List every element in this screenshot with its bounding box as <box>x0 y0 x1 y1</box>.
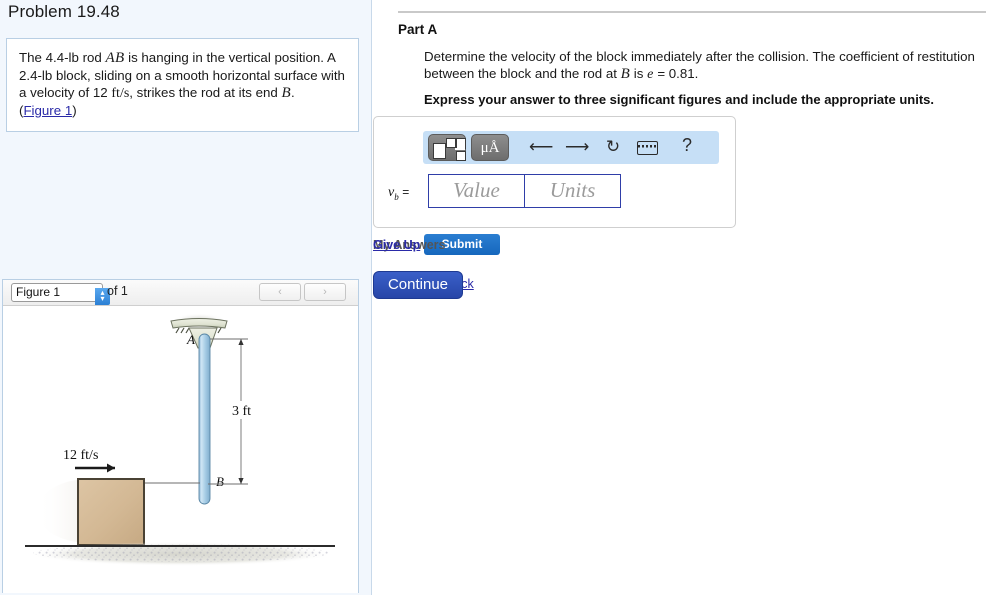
velocity-units: ft/s <box>111 86 130 101</box>
sliding-block <box>77 478 145 546</box>
continue-button[interactable]: Continue <box>373 271 463 299</box>
give-up-link[interactable]: Give Up <box>373 238 420 252</box>
diagram-label-b: B <box>216 474 224 489</box>
question-text-1: Determine the velocity of the block imme… <box>424 49 975 81</box>
velocity-label: 12 ft/s <box>63 448 98 463</box>
problem-statement-text: The 4.4-lb rod AB is hanging in the vert… <box>19 49 346 119</box>
figure-panel: Figure 1 ▴ ▾ of 1 ‹ › A B 3 ft 12 ft/s <box>2 279 359 593</box>
question-text-3: = 0.81. <box>653 65 699 81</box>
figure-prev-button[interactable]: ‹ <box>259 283 301 301</box>
page-title: Problem 19.48 <box>8 2 120 21</box>
answer-variable-label: vb = <box>388 185 409 202</box>
math-template-icon[interactable] <box>428 134 466 161</box>
part-a-heading: Part A <box>398 22 438 37</box>
answer-toolbar: μÅ ⟵ ⟶ ↻ ? <box>423 131 719 164</box>
figure-1-link[interactable]: Figure 1 <box>23 103 72 118</box>
section-divider <box>398 11 986 13</box>
right-panel: Part A Determine the velocity of the blo… <box>373 0 1000 595</box>
left-panel: Problem 19.48 The 4.4-lb rod AB is hangi… <box>0 0 372 595</box>
ground-surface <box>25 542 335 566</box>
equals-sign: = <box>402 185 410 199</box>
units-symbol-icon[interactable]: μÅ <box>471 134 509 161</box>
figure-panel-header: Figure 1 ▴ ▾ of 1 ‹ › <box>3 280 358 306</box>
redo-icon[interactable]: ⟶ <box>565 137 589 157</box>
units-input[interactable]: Units <box>524 174 621 208</box>
statement-part-4: . <box>291 85 295 100</box>
figure-select[interactable]: Figure 1 ▴ ▾ <box>11 283 110 305</box>
question-label-b: B <box>620 65 631 82</box>
figure-select-value: Figure 1 <box>16 285 61 299</box>
undo-icon[interactable]: ⟵ <box>529 137 553 157</box>
rod-ab <box>198 333 211 505</box>
keyboard-icon[interactable] <box>635 140 659 160</box>
figure-count-label: of 1 <box>107 284 128 298</box>
reset-icon[interactable]: ↻ <box>601 137 625 157</box>
answer-entry-box: μÅ ⟵ ⟶ ↻ ? vb = Value Units <box>373 116 736 228</box>
dimension-3ft-label: 3 ft <box>232 404 251 419</box>
variable-subscript: b <box>394 191 399 202</box>
velocity-arrow <box>75 463 115 473</box>
part-a-question: Determine the velocity of the block imme… <box>424 49 992 83</box>
physics-diagram-svg: A B 3 ft 12 ft/s <box>25 313 335 566</box>
figure-diagram: A B 3 ft 12 ft/s <box>3 306 358 593</box>
problem-page: Problem 19.48 The 4.4-lb rod AB is hangi… <box>0 0 1000 595</box>
question-text-2: is <box>630 65 648 81</box>
answer-instruction: Express your answer to three significant… <box>424 92 934 107</box>
end-label-b: B <box>281 85 291 101</box>
figure-next-button[interactable]: › <box>304 283 346 301</box>
rod-label-ab: AB <box>105 50 125 66</box>
paren-close: ) <box>72 103 77 118</box>
statement-part-3: , strikes the rod at its end <box>129 85 282 100</box>
value-input[interactable]: Value <box>428 174 525 208</box>
problem-statement-box: The 4.4-lb rod AB is hanging in the vert… <box>6 38 359 132</box>
diagram-label-a: A <box>186 332 195 347</box>
statement-part-1: The 4.4-lb rod <box>19 50 106 65</box>
help-icon[interactable]: ? <box>675 135 699 155</box>
units-symbol-label: μÅ <box>480 140 500 156</box>
